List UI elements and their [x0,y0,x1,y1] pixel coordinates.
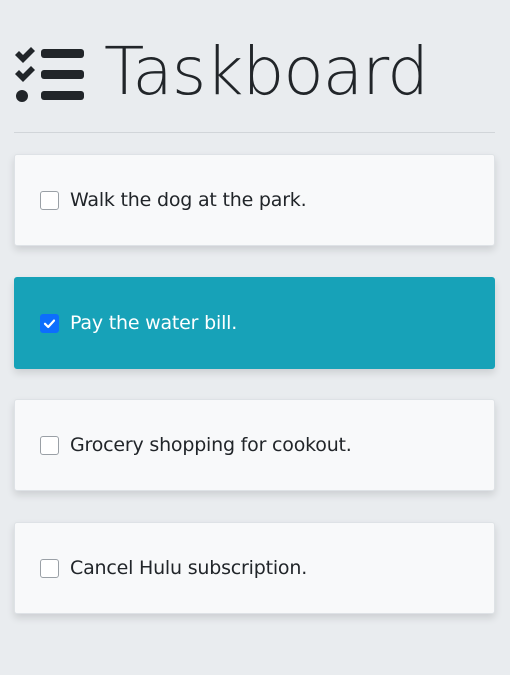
checkmark-icon [43,319,56,328]
task-checkbox-checked[interactable] [40,313,59,333]
task-card-completed[interactable]: Pay the water bill. [14,277,495,369]
task-card[interactable]: Cancel Hulu subscription. [14,522,495,614]
task-checkbox[interactable] [40,558,59,578]
task-card[interactable]: Walk the dog at the park. [14,154,495,246]
header-divider [14,132,495,133]
task-label: Cancel Hulu subscription. [70,557,308,579]
page-title: Taskboard [104,33,429,110]
task-label: Pay the water bill. [70,312,238,334]
tasks-list-icon [14,45,84,103]
task-card[interactable]: Grocery shopping for cookout. [14,399,495,491]
task-label: Walk the dog at the park. [70,189,307,211]
task-label: Grocery shopping for cookout. [70,434,352,456]
page-header: Taskboard [14,33,429,114]
task-checkbox[interactable] [40,435,59,455]
task-checkbox[interactable] [40,190,59,210]
